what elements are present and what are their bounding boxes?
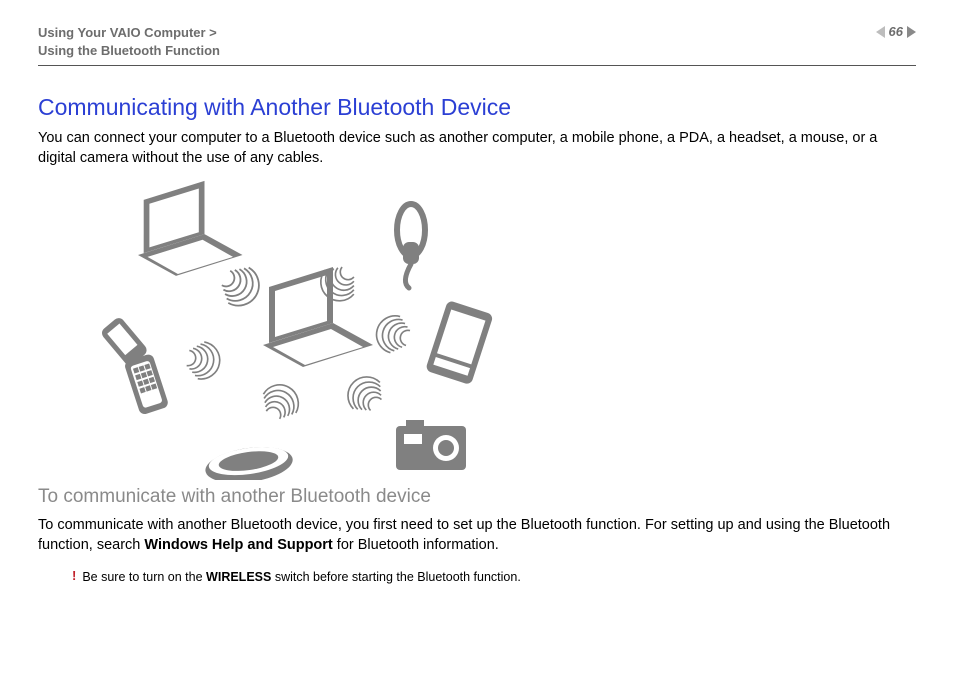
laptop-icon [138, 181, 243, 276]
center-laptop-icon [263, 267, 373, 367]
bluetooth-diagram [78, 180, 508, 480]
breadcrumb[interactable]: Using Your VAIO Computer > Using the Blu… [38, 24, 220, 59]
page-navigator: 66 [876, 24, 916, 39]
phone-icon [97, 310, 170, 420]
mouse-icon [203, 442, 295, 480]
para2-b: for Bluetooth information. [333, 537, 499, 553]
note-b: switch before starting the Bluetooth fun… [271, 570, 520, 584]
pda-icon [425, 300, 494, 385]
page-header: Using Your VAIO Computer > Using the Blu… [38, 24, 916, 66]
breadcrumb-line2: Using the Bluetooth Function [38, 42, 220, 60]
note-bold: WIRELESS [206, 570, 271, 584]
page-number: 66 [889, 24, 903, 39]
section-subtitle: To communicate with another Bluetooth de… [38, 486, 916, 508]
warning-note: ! Be sure to turn on the WIRELESS switch… [38, 569, 916, 585]
page-title: Communicating with Another Bluetooth Dev… [38, 94, 916, 121]
warning-text: Be sure to turn on the WIRELESS switch b… [82, 569, 520, 585]
next-page-icon[interactable] [907, 26, 916, 38]
note-a: Be sure to turn on the [82, 570, 206, 584]
warning-icon: ! [72, 569, 76, 582]
intro-paragraph: You can connect your computer to a Bluet… [38, 129, 916, 168]
camera-icon [396, 420, 466, 470]
headset-icon [397, 204, 425, 288]
breadcrumb-line1: Using Your VAIO Computer > [38, 24, 220, 42]
prev-page-icon[interactable] [876, 26, 885, 38]
instruction-paragraph: To communicate with another Bluetooth de… [38, 516, 916, 555]
para2-bold: Windows Help and Support [144, 537, 332, 553]
